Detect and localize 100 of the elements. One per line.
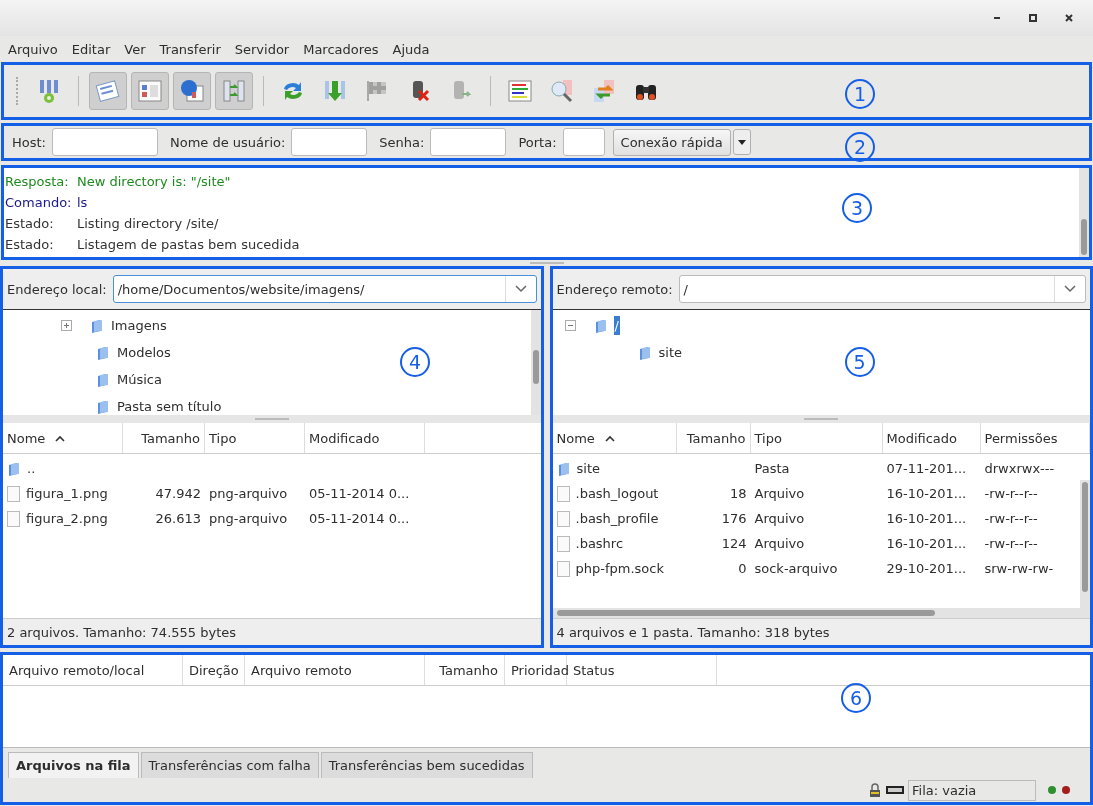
dropdown-icon[interactable] bbox=[514, 285, 527, 293]
log-message: Listing directory /site/ bbox=[77, 216, 219, 231]
table-cell: drwxrwx--- bbox=[984, 461, 1055, 476]
column-header[interactable]: Tipo bbox=[205, 423, 305, 453]
scrollbar[interactable] bbox=[1080, 480, 1090, 618]
address-label: Endereço local: bbox=[7, 281, 107, 297]
globe-panel-icon bbox=[178, 77, 206, 105]
table-cell: sock-arquivo bbox=[754, 561, 838, 576]
column-header[interactable]: Nome bbox=[3, 423, 123, 453]
table-cell: 176 bbox=[721, 511, 747, 526]
column-header[interactable]: Permissões bbox=[980, 423, 1090, 453]
table-cell: 16-10-201... bbox=[886, 511, 967, 526]
network-icon bbox=[886, 786, 904, 794]
address-field[interactable]: /home/Documentos/website/imagens/ bbox=[112, 275, 537, 303]
menu-item[interactable]: Editar bbox=[71, 41, 111, 57]
log-label: Estado: bbox=[5, 237, 55, 252]
column-header[interactable]: Arquivo remoto/local bbox=[3, 655, 183, 685]
table-cell: .bash_logout bbox=[575, 486, 659, 501]
column-header[interactable]: Modificado bbox=[305, 423, 425, 453]
tree-item[interactable]: Modelos bbox=[116, 343, 172, 362]
expand-icon[interactable] bbox=[61, 320, 72, 331]
scrollbar[interactable] bbox=[552, 608, 1080, 618]
column-header[interactable]: Tamanho bbox=[123, 423, 205, 453]
maximize-icon bbox=[1028, 13, 1038, 23]
file-icon bbox=[556, 485, 570, 502]
file-icon bbox=[7, 485, 20, 502]
table-cell: 124 bbox=[721, 536, 747, 551]
sort-caret-icon bbox=[55, 434, 66, 442]
table-cell: 05-11-2014 0... bbox=[309, 511, 410, 526]
menu-item[interactable]: Ajuda bbox=[392, 41, 430, 57]
column-header[interactable]: Direção bbox=[183, 655, 245, 685]
tab[interactable]: Transferências com falha bbox=[140, 752, 319, 778]
input-field[interactable] bbox=[430, 128, 507, 156]
scrollbar[interactable] bbox=[530, 310, 541, 415]
input-field[interactable] bbox=[291, 128, 368, 156]
column-header[interactable]: Tamanho bbox=[676, 423, 751, 453]
collapse-icon[interactable] bbox=[564, 320, 576, 331]
log-message: Listagem de pastas bem sucedida bbox=[77, 237, 300, 252]
table-cell: png-arquivo bbox=[209, 511, 288, 526]
column-header[interactable]: Prioridad bbox=[505, 655, 567, 685]
column-header[interactable]: Tipo bbox=[750, 423, 883, 453]
tree-item[interactable]: Música bbox=[116, 370, 163, 389]
table-cell: 16-10-201... bbox=[886, 486, 967, 501]
address-label: Endereço remoto: bbox=[556, 281, 673, 297]
table-cell: Arquivo bbox=[754, 511, 805, 526]
file-icon bbox=[556, 535, 570, 552]
tree-item[interactable]: Imagens bbox=[110, 316, 168, 335]
file-icon bbox=[7, 510, 20, 527]
log-message: ls bbox=[77, 195, 88, 210]
table-cell: 16-10-201... bbox=[886, 536, 967, 551]
scrollbar[interactable] bbox=[1079, 168, 1089, 257]
column-header[interactable]: Status bbox=[567, 655, 717, 685]
folder-icon bbox=[90, 318, 104, 333]
table-cell: -rw-r--r-- bbox=[984, 511, 1038, 526]
number-callout: 1 bbox=[845, 79, 875, 109]
dropdown-icon[interactable] bbox=[1064, 285, 1076, 293]
tab[interactable]: Transferências bem sucedidas bbox=[320, 752, 533, 778]
table-cell: 07-11-201... bbox=[886, 461, 967, 476]
folder-icon bbox=[96, 399, 110, 414]
log-message: New directory is: "/site" bbox=[77, 174, 231, 189]
table-cell: -rw-r--r-- bbox=[984, 536, 1038, 551]
column-header[interactable]: Tamanho bbox=[425, 655, 505, 685]
folder-icon bbox=[7, 461, 21, 476]
table-cell: -rw-r--r-- bbox=[984, 486, 1038, 501]
field-label: Senha: bbox=[379, 134, 425, 150]
sort-caret-icon bbox=[604, 434, 615, 442]
minimize-icon bbox=[994, 17, 1000, 19]
tab[interactable]: Arquivos na fila bbox=[8, 752, 139, 778]
tree-item[interactable]: / bbox=[613, 316, 620, 335]
file-icon bbox=[556, 560, 570, 577]
caret-icon bbox=[737, 139, 746, 145]
menu-item[interactable]: Transferir bbox=[159, 41, 221, 57]
input-field[interactable] bbox=[52, 128, 158, 156]
menu-item[interactable]: Servidor bbox=[234, 41, 290, 57]
folder-icon bbox=[637, 345, 652, 360]
address-field[interactable]: / bbox=[678, 275, 1086, 303]
field-label: Host: bbox=[12, 134, 46, 150]
log-label: Resposta: bbox=[5, 174, 70, 189]
number-callout: 4 bbox=[400, 347, 430, 377]
folder-icon bbox=[96, 372, 110, 387]
table-cell: .. bbox=[27, 461, 36, 476]
status-text: 4 arquivos e 1 pasta. Tamanho: 318 bytes bbox=[556, 624, 830, 640]
menu-item[interactable]: Ver bbox=[124, 41, 146, 57]
table-cell: 47.942 bbox=[155, 486, 201, 501]
arrows-panel-icon bbox=[220, 77, 248, 105]
menu-item[interactable]: Arquivo bbox=[8, 41, 58, 57]
menu-item[interactable]: Marcadores bbox=[303, 41, 379, 57]
input-field[interactable] bbox=[562, 128, 605, 156]
panel-list-icon bbox=[136, 77, 164, 105]
lock-icon bbox=[868, 783, 882, 797]
column-header[interactable]: Arquivo remoto bbox=[245, 655, 425, 685]
table-cell: figura_1.png bbox=[26, 486, 108, 501]
tree-item[interactable]: Pasta sem título bbox=[116, 397, 223, 415]
dropdown-button[interactable] bbox=[732, 129, 751, 155]
column-header[interactable]: Modificado bbox=[882, 423, 981, 453]
column-header[interactable]: Nome bbox=[552, 423, 677, 453]
tree-item[interactable]: site bbox=[657, 343, 683, 362]
queue-status: Fila: vazia bbox=[908, 779, 1036, 801]
quick-connect-button[interactable]: Conexão rápida bbox=[612, 128, 731, 156]
status-text: 2 arquivos. Tamanho: 74.555 bytes bbox=[7, 624, 237, 640]
